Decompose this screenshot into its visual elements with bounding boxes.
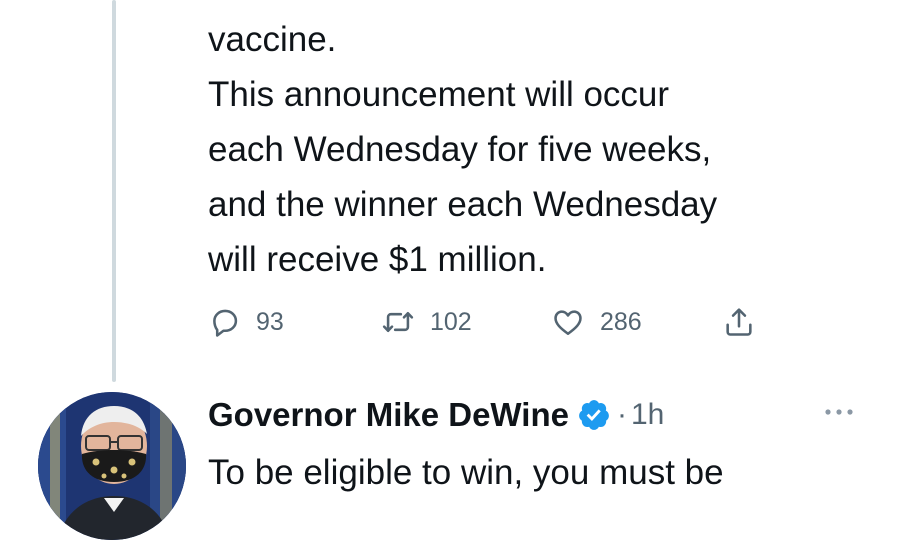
- reply-button[interactable]: 93: [208, 305, 380, 339]
- more-icon: [823, 404, 855, 422]
- tweet-text-line: each Wednesday for five weeks,: [208, 130, 712, 169]
- header-separator: ·: [616, 398, 627, 431]
- tweet-action-bar: 93 102 286: [208, 300, 756, 344]
- more-button[interactable]: [818, 398, 860, 428]
- thread-connector-line: [112, 0, 116, 382]
- reply-icon: [208, 305, 242, 339]
- reply-count: 93: [256, 307, 284, 336]
- share-icon: [722, 305, 756, 339]
- tweet-header: Governor Mike DeWine · 1h: [208, 388, 664, 442]
- tweet-time[interactable]: 1h: [631, 398, 664, 432]
- retweet-button[interactable]: 102: [380, 305, 550, 339]
- retweet-icon: [380, 305, 416, 339]
- tweet-text-line: This announcement will occur: [208, 75, 670, 114]
- tweet-text-line: vaccine.: [208, 20, 337, 59]
- tweet-text-line: and the winner each Wednesday: [208, 185, 718, 224]
- retweet-count: 102: [430, 307, 472, 336]
- verified-badge-icon: [577, 398, 611, 432]
- avatar[interactable]: [38, 392, 186, 540]
- avatar-photo: [38, 392, 186, 540]
- like-count: 286: [600, 307, 642, 336]
- tweet-text-line: will receive $1 million.: [208, 240, 547, 279]
- tweet-text: vaccine. This announcement will occur ea…: [208, 12, 888, 287]
- share-button[interactable]: [722, 305, 756, 339]
- tweet-text: To be eligible to win, you must be: [208, 453, 724, 492]
- like-button[interactable]: 286: [550, 305, 722, 339]
- author-name[interactable]: Governor Mike DeWine: [208, 396, 569, 434]
- heart-icon: [550, 305, 586, 339]
